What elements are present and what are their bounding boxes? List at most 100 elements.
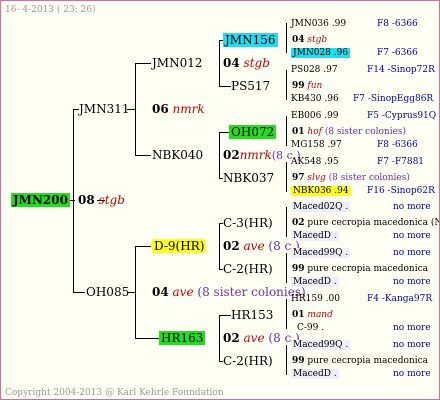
- connector: [73, 109, 74, 292]
- g5-right: no more: [393, 248, 431, 258]
- g5-left[interactable]: JMN036 .99: [291, 18, 346, 31]
- g4b-node[interactable]: PS517: [231, 80, 270, 93]
- g5-left[interactable]: MacedD .: [291, 368, 339, 381]
- g5-right: F8 -6366: [377, 19, 418, 29]
- root-gen: 08 stgb: [78, 194, 125, 207]
- g5-left[interactable]: Maced02Q .: [291, 201, 351, 214]
- g5-left-highlight[interactable]: NBK036 .94: [291, 186, 351, 196]
- g5-left[interactable]: MacedD .: [291, 276, 339, 289]
- connector: [286, 207, 287, 237]
- g5-left[interactable]: JMN028 .96: [291, 47, 351, 60]
- g4g-gen: 01 mand: [292, 309, 333, 322]
- sire-tag: nmrk: [172, 102, 205, 116]
- sire-gen: 06 nmrk: [152, 103, 205, 116]
- g5-left[interactable]: AK548 .95: [291, 156, 339, 169]
- dam-tag: ave: [172, 285, 194, 299]
- g3a-tag: stgb: [243, 56, 270, 70]
- g5-right: F7 -SinopEgg86R: [353, 94, 434, 104]
- sire-node[interactable]: JMN311: [79, 103, 130, 116]
- connector: [286, 299, 287, 329]
- g5-left-highlight[interactable]: Maced99Q .: [291, 248, 351, 258]
- connector: [135, 63, 136, 155]
- g3d-gen-number: 02: [223, 331, 240, 345]
- dam-sire-name[interactable]: D-9(HR): [152, 239, 207, 253]
- g4c-gen-number: 01: [292, 127, 305, 137]
- connector: [219, 315, 231, 316]
- g4e-gen: 02 pure cecropia macedonica (North-M: [292, 217, 439, 230]
- copyright-footer: Copyright 2004-2013 @ Karl Kehrle Founda…: [5, 388, 224, 398]
- g5-left[interactable]: KB430 .96: [291, 93, 339, 106]
- g5-left-highlight[interactable]: Maced99Q .: [291, 340, 351, 350]
- g4d-tag: slvg: [307, 173, 326, 183]
- g4g-node[interactable]: HR153: [231, 309, 273, 322]
- sire-sire-node[interactable]: JMN012: [152, 57, 203, 70]
- g3c-tag: ave: [243, 239, 265, 253]
- g5-right: no more: [393, 277, 431, 287]
- g4d-gen: 97 slvg (8 sister colonies): [292, 172, 410, 185]
- dam-gen: 04 ave (8 sister colonies): [152, 286, 306, 299]
- g3c-gen-number: 02: [223, 239, 240, 253]
- g4c-node[interactable]: OH072: [229, 125, 277, 139]
- dam-node[interactable]: OH085: [86, 286, 129, 299]
- g5-left[interactable]: HR159 .00: [291, 293, 340, 306]
- connector: [135, 63, 151, 64]
- g4a-node[interactable]: JMN156: [223, 33, 278, 47]
- g3d-gen: 02 ave (8 c.): [223, 332, 300, 345]
- g4a-name[interactable]: JMN156: [223, 33, 278, 47]
- g4f-node[interactable]: C-2(HR): [223, 263, 273, 276]
- g5-left[interactable]: Maced99Q .: [291, 247, 351, 260]
- g4e-gen-number: 02: [292, 218, 305, 228]
- connector: [219, 40, 220, 86]
- root-tag: stgb: [98, 193, 125, 207]
- g4e-node[interactable]: C-3(HR): [223, 217, 273, 230]
- g4d-gen-number: 97: [292, 173, 305, 183]
- g4g-gen-number: 01: [292, 310, 305, 320]
- dam-sire-node[interactable]: D-9(HR): [152, 239, 207, 253]
- sire-dam-node[interactable]: NBK040: [152, 149, 203, 162]
- g4h-gen-number: 99: [292, 356, 305, 366]
- g5-left[interactable]: NBK036 .94: [291, 185, 351, 198]
- g5-left-highlight[interactable]: MacedD .: [291, 369, 339, 379]
- g4d-node[interactable]: NBK037: [223, 172, 274, 185]
- g5-left-highlight[interactable]: MacedD .: [291, 277, 339, 287]
- g5-left[interactable]: EB006 .99: [291, 110, 339, 123]
- g5-right: F4 -Kanga97R: [367, 294, 433, 304]
- connector: [286, 116, 287, 146]
- dam-dam-node[interactable]: HR163: [159, 331, 206, 345]
- g5-left-highlight[interactable]: Maced02Q .: [291, 202, 351, 212]
- g5-right: F16 -Sinop62R: [367, 186, 435, 196]
- g5-left[interactable]: Maced99Q .: [291, 339, 351, 352]
- g4c-gen: 01 hof (8 sister colonies): [292, 126, 406, 139]
- root-bee[interactable]: JMN200: [11, 193, 70, 207]
- g4h-node[interactable]: C-2(HR): [223, 355, 273, 368]
- g4b-tag: fun: [307, 81, 323, 91]
- g5-right: F14 -Sinop72R: [367, 65, 435, 75]
- g3c-gen: 02 ave (8 c.): [223, 240, 300, 253]
- g5-right: F8 -6366: [377, 140, 418, 150]
- connector: [219, 132, 220, 178]
- g4f-tag: pure cecropia macedonica: [307, 264, 428, 274]
- g5-right: F7 -6366: [377, 48, 418, 58]
- g4c-tag: hof: [307, 127, 322, 137]
- connector: [135, 338, 159, 339]
- g5-left[interactable]: MacedD .: [291, 230, 339, 243]
- g3a-gen: 04 stgb: [223, 57, 270, 70]
- g4h-tag: pure cecropia macedonica: [307, 356, 428, 366]
- connector: [286, 162, 287, 192]
- g5-left[interactable]: PS028 .97: [291, 64, 338, 77]
- g5-left[interactable]: MG158 .97: [291, 139, 342, 152]
- connector: [135, 155, 151, 156]
- sire-gen-number: 06: [152, 102, 169, 116]
- g5-left-highlight[interactable]: MacedD .: [291, 231, 339, 241]
- g5-right: no more: [393, 323, 431, 333]
- g4d-sister-note: (8 sister colonies): [328, 173, 410, 183]
- dam-gen-number: 04: [152, 285, 169, 299]
- g4f-gen-number: 99: [292, 264, 305, 274]
- g5-left[interactable]: C-99 .: [297, 322, 324, 335]
- g4c-name[interactable]: OH072: [229, 125, 277, 139]
- connector: [286, 70, 287, 100]
- g5-left-highlight[interactable]: JMN028 .96: [291, 48, 351, 58]
- dam-dam-name[interactable]: HR163: [159, 331, 206, 345]
- root-name[interactable]: JMN200: [11, 193, 70, 207]
- g4h-gen: 99 pure cecropia macedonica: [292, 355, 428, 368]
